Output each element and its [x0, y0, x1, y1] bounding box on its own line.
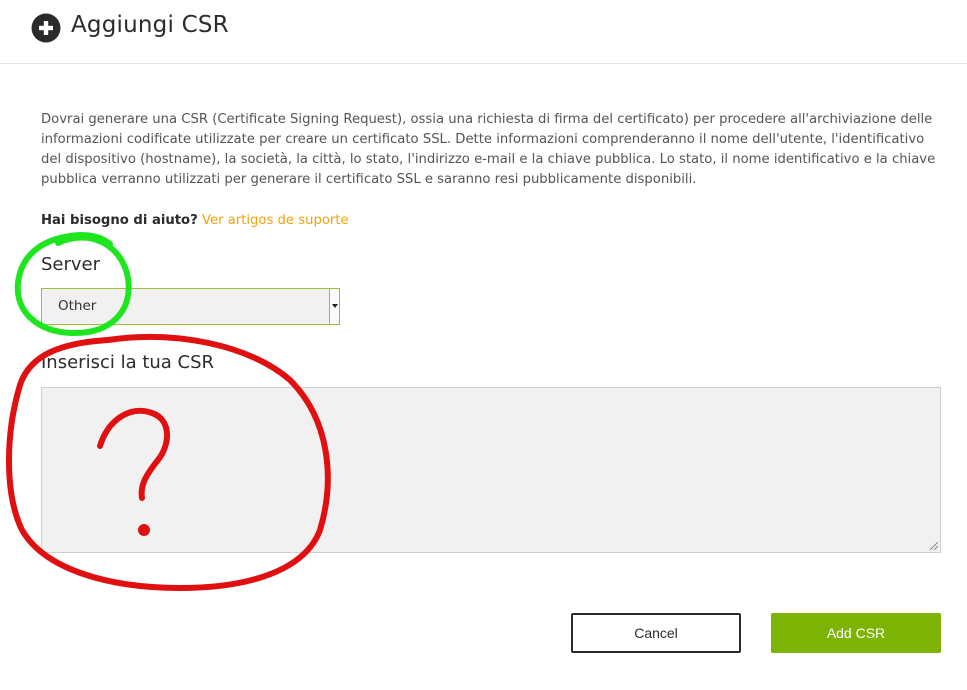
- csr-textarea[interactable]: [41, 387, 941, 553]
- annotation-overlay: [6, 232, 331, 591]
- support-articles-link[interactable]: Ver artigos de suporte: [202, 213, 349, 228]
- server-select[interactable]: Other: [41, 288, 340, 325]
- csr-label: Inserisci la tua CSR: [41, 352, 215, 373]
- cancel-button[interactable]: Cancel: [571, 613, 741, 653]
- help-label: Hai bisogno di aiuto?: [41, 213, 198, 228]
- help-line: Hai bisogno di aiuto? Ver artigos de sup…: [41, 211, 349, 231]
- dropdown-arrow-icon[interactable]: [329, 289, 339, 324]
- dialog-header: Aggiungi CSR: [0, 0, 967, 64]
- server-label: Server: [41, 254, 101, 275]
- add-csr-dialog: Aggiungi CSR Dovrai generare una CSR (Ce…: [0, 0, 967, 690]
- add-csr-button[interactable]: Add CSR: [771, 613, 941, 653]
- resize-grip-icon[interactable]: [928, 540, 938, 550]
- csr-description: Dovrai generare una CSR (Certificate Sig…: [41, 112, 936, 187]
- server-select-value: Other: [58, 298, 97, 314]
- plus-circle-icon: [31, 13, 61, 43]
- page-title: Aggiungi CSR: [71, 12, 229, 38]
